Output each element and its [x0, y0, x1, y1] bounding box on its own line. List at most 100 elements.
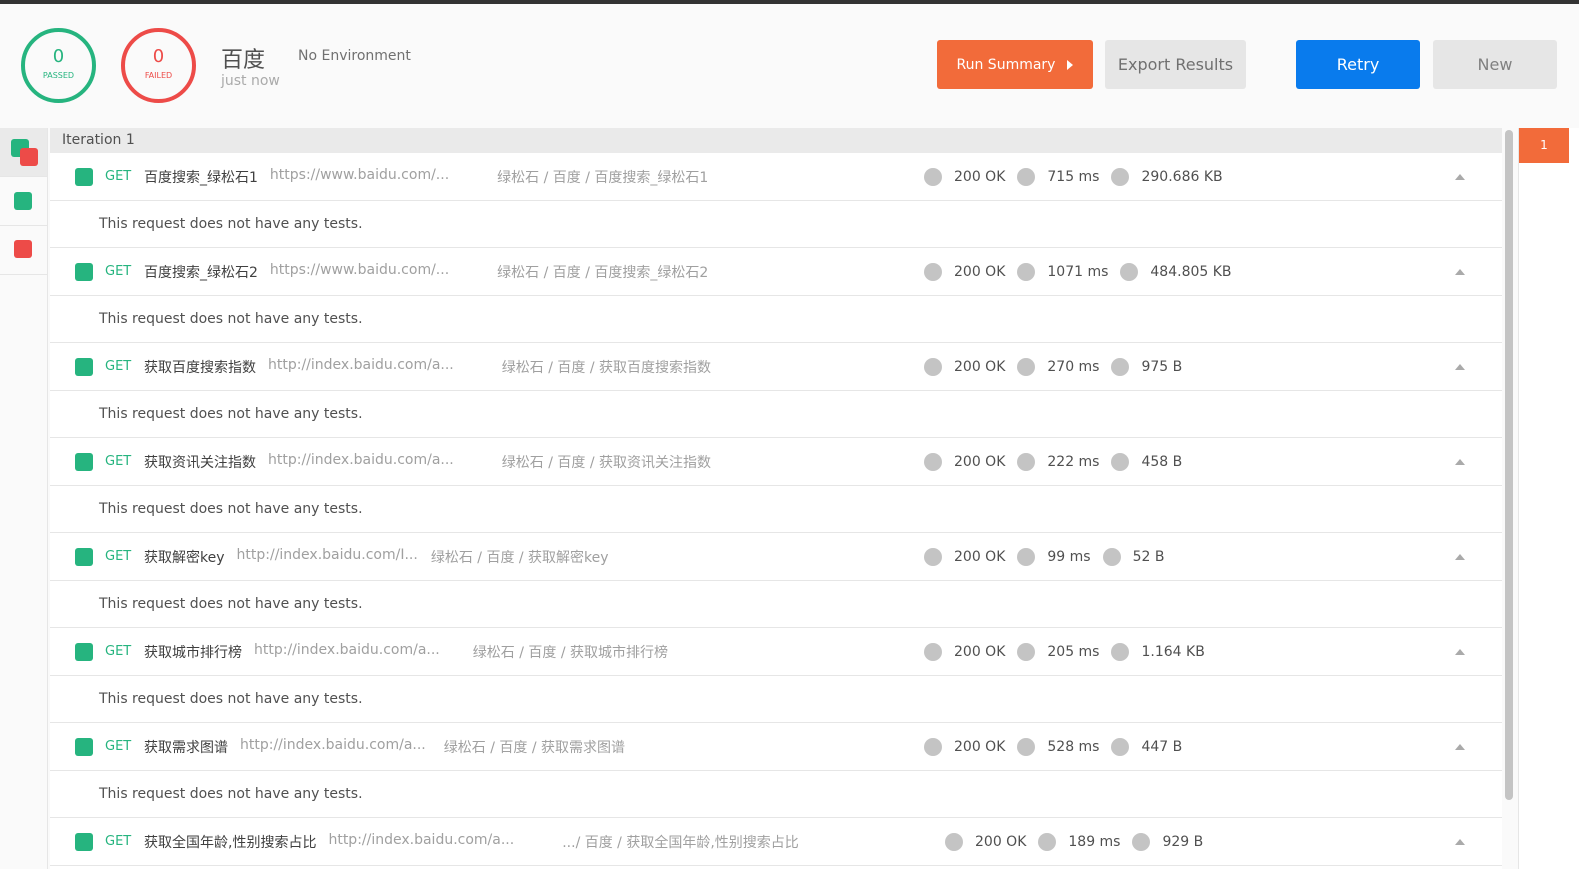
response-size: 975 B [1141, 358, 1183, 375]
status-square-icon [75, 452, 93, 471]
response-time: 715 ms [1047, 168, 1100, 185]
request-method: GET [105, 359, 132, 374]
time-dot-icon [1017, 452, 1036, 471]
collapse-caret-icon[interactable] [1455, 648, 1465, 655]
filter-sidebar [0, 128, 48, 869]
response-size: 929 B [1162, 833, 1204, 850]
request-url: http://index.baidu.com/a... [254, 641, 440, 658]
response-time: 528 ms [1047, 738, 1100, 755]
request-url: http://index.baidu.com/a... [268, 356, 454, 373]
request-row[interactable]: GET 获取百度搜索指数 http://index.baidu.com/a... 绿… [50, 343, 1502, 391]
response-size: 1.164 KB [1141, 643, 1205, 660]
request-url: http://index.baidu.com/a... [240, 736, 426, 753]
size-dot-icon [1120, 262, 1139, 281]
response-size: 447 B [1141, 738, 1183, 755]
status-dot-icon [924, 167, 942, 186]
collapse-caret-icon[interactable] [1455, 363, 1465, 370]
failed-count: 0 [152, 46, 165, 67]
status-dot-icon [924, 737, 942, 756]
failed-label: FAILED [144, 71, 173, 80]
status-dot-icon [924, 262, 942, 281]
size-dot-icon [1111, 737, 1130, 756]
request-name: 获取全国年龄,性别搜索占比 [144, 834, 317, 851]
filter-failed[interactable] [0, 226, 47, 275]
size-dot-icon [1111, 167, 1130, 186]
response-status: 200 OK [954, 738, 1006, 755]
request-name: 获取解密key [144, 549, 225, 566]
response-status: 200 OK [954, 643, 1006, 660]
test-result-message: This request does not have any tests. [50, 296, 1502, 343]
status-square-icon [75, 262, 93, 281]
request-path: 绿松石 / 百度 / 百度搜索_绿松石2 [497, 264, 709, 281]
time-dot-icon [1038, 832, 1057, 851]
response-time: 270 ms [1047, 358, 1100, 375]
retry-button[interactable]: Retry [1296, 40, 1420, 89]
test-result-message: This request does not have any tests. [50, 771, 1502, 818]
passed-counter: 0 PASSED [21, 28, 96, 103]
scrollbar[interactable] [1505, 130, 1513, 800]
request-method: GET [105, 739, 132, 754]
collection-name: 百度 [221, 48, 266, 73]
response-time: 189 ms [1068, 833, 1121, 850]
time-dot-icon [1017, 737, 1036, 756]
request-url: http://index.baidu.com/a... [328, 831, 515, 848]
collapse-caret-icon[interactable] [1455, 838, 1465, 845]
collapse-caret-icon[interactable] [1455, 743, 1465, 750]
new-button[interactable]: New [1433, 40, 1557, 89]
request-row[interactable]: GET 获取全国年龄,性别搜索占比 http://index.baidu.com/… [50, 818, 1502, 866]
status-dot-icon [924, 452, 942, 471]
iteration-tab[interactable]: 1 [1519, 128, 1569, 163]
request-path: 绿松石 / 百度 / 获取资讯关注指数 [501, 454, 711, 471]
test-result-message: This request does not have any tests. [50, 486, 1502, 533]
request-method: GET [105, 834, 132, 849]
passed-label: PASSED [42, 71, 75, 80]
iteration-panel: 1 [1518, 128, 1579, 869]
request-row[interactable]: GET 百度搜索_绿松石2 https://www.baidu.com/... 绿松… [50, 248, 1502, 296]
request-path: .../ 百度 / 获取全国年龄,性别搜索占比 [562, 834, 799, 851]
request-name: 获取资讯关注指数 [144, 454, 256, 471]
request-row[interactable]: GET 获取资讯关注指数 http://index.baidu.com/a... 绿… [50, 438, 1502, 486]
test-result-message: This request does not have any tests. [50, 391, 1502, 438]
request-row[interactable]: GET 百度搜索_绿松石1 https://www.baidu.com/... 绿松… [50, 153, 1502, 201]
export-results-button[interactable]: Export Results [1105, 40, 1246, 89]
time-dot-icon [1017, 357, 1036, 376]
response-time: 222 ms [1047, 453, 1100, 470]
size-dot-icon [1111, 357, 1130, 376]
time-dot-icon [1017, 167, 1036, 186]
filter-all[interactable] [0, 128, 47, 177]
status-square-icon [75, 357, 93, 376]
size-dot-icon [1102, 547, 1121, 566]
passed-count: 0 [52, 46, 65, 67]
request-url: http://index.baidu.com/I... [236, 546, 418, 563]
request-url: https://www.baidu.com/... [269, 166, 450, 183]
collapse-caret-icon[interactable] [1455, 458, 1465, 465]
request-method: GET [105, 264, 132, 279]
request-path: 绿松石 / 百度 / 获取百度搜索指数 [501, 359, 711, 376]
filter-passed[interactable] [0, 177, 47, 226]
failed-square-icon [20, 148, 38, 166]
request-row[interactable]: GET 获取需求图谱 http://index.baidu.com/a... 绿松石… [50, 723, 1502, 771]
request-row[interactable]: GET 获取城市排行榜 http://index.baidu.com/a... 绿松… [50, 628, 1502, 676]
status-dot-icon [924, 642, 942, 661]
request-method: GET [105, 169, 132, 184]
time-dot-icon [1017, 547, 1036, 566]
request-method: GET [105, 454, 132, 469]
size-dot-icon [1111, 642, 1130, 661]
response-time: 1071 ms [1047, 263, 1109, 280]
response-size: 484.805 KB [1150, 263, 1232, 280]
test-result-message: This request does not have any tests. [50, 581, 1502, 628]
response-status: 200 OK [954, 453, 1006, 470]
status-square-icon [75, 737, 93, 756]
caret-right-icon [1067, 59, 1074, 70]
window-top-border [0, 0, 1579, 4]
request-path: 绿松石 / 百度 / 获取城市排行榜 [472, 644, 668, 661]
response-status: 200 OK [954, 548, 1006, 565]
collapse-caret-icon[interactable] [1455, 268, 1465, 275]
request-path: 绿松石 / 百度 / 百度搜索_绿松石1 [497, 169, 709, 186]
request-path: 绿松石 / 百度 / 获取解密key [430, 549, 609, 566]
status-square-icon [75, 642, 93, 661]
collapse-caret-icon[interactable] [1455, 173, 1465, 180]
collapse-caret-icon[interactable] [1455, 553, 1465, 560]
request-row[interactable]: GET 获取解密key http://index.baidu.com/I... 绿松… [50, 533, 1502, 581]
run-summary-button[interactable]: Run Summary [937, 40, 1093, 89]
